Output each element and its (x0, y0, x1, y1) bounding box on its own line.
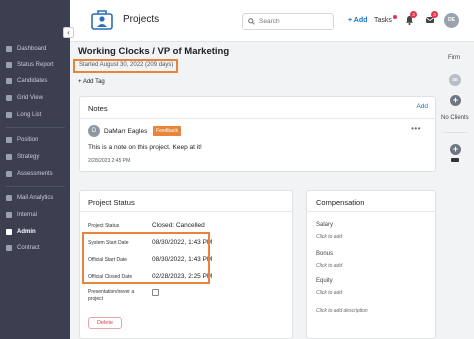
sidebar: Dashboard Status Report Candidates Grid … (0, 0, 70, 339)
sidebar-item-label: Strategy (17, 154, 40, 160)
note-timestamp: 2/28/2023 2:45 PM (88, 158, 131, 164)
sidebar-item-contract[interactable]: Contract (6, 243, 40, 253)
sidebar-item-label: Grid View (17, 95, 43, 101)
filter-icon[interactable] (451, 158, 459, 162)
add-note-link[interactable]: Add (416, 103, 428, 110)
top-header: Projects + Add Tasks 3 3 DE (70, 0, 474, 42)
notes-title: Notes (88, 104, 108, 113)
salary-click-to-add[interactable]: Click to add (316, 234, 342, 240)
strategy-icon (6, 154, 12, 160)
contract-icon (6, 245, 12, 251)
sidebar-item-label: Long List (17, 112, 42, 118)
sidebar-collapse-button[interactable]: ‹ (63, 27, 74, 38)
note-author-name: DaMarr Eagles (104, 128, 148, 135)
dashboard-icon (6, 46, 12, 52)
project-started-text: Started August 30, 2022 (209 days) (79, 62, 174, 68)
salary-label: Salary (316, 222, 334, 228)
bonus-click-to-add[interactable]: Click to add (316, 263, 342, 269)
sidebar-item-label: Mail Analytics (17, 195, 54, 201)
note-feedback-tag: Feedback (153, 126, 181, 136)
sidebar-item-admin[interactable]: Admin (6, 227, 36, 237)
admin-icon (6, 229, 12, 235)
search-icon (248, 18, 255, 25)
sidebar-item-assessments[interactable]: Assessments (6, 169, 53, 179)
rail-divider (443, 132, 467, 133)
compensation-divider (307, 211, 435, 212)
sidebar-item-label: Contract (17, 245, 40, 251)
sidebar-item-internal[interactable]: Internal (6, 210, 37, 220)
status-divider (80, 211, 292, 212)
messages-badge: 3 (431, 11, 438, 18)
sidebar-item-mail-analytics[interactable]: Mail Analytics (6, 193, 53, 203)
no-clients-label: No Clients (441, 115, 469, 121)
add-firm-plus-icon[interactable]: + (450, 95, 461, 106)
users-icon (6, 78, 12, 84)
sidebar-item-label: Internal (17, 212, 38, 218)
search-box[interactable] (242, 13, 334, 30)
notes-divider (80, 118, 435, 119)
notes-card: Notes Add D DaMarr Eagles Feedback ••• T… (79, 96, 436, 172)
sidebar-item-status-report[interactable]: Status Report (6, 60, 54, 70)
internal-icon (6, 212, 12, 218)
sidebar-item-strategy[interactable]: Strategy (6, 152, 39, 162)
sidebar-item-label: Assessments (17, 171, 53, 177)
user-avatar[interactable]: DE (444, 13, 459, 28)
sidebar-item-grid-view[interactable]: Grid View (6, 93, 43, 103)
note-text: This is a note on this project. Keep at … (88, 144, 202, 151)
assessment-icon (6, 171, 12, 177)
presentation-checkbox[interactable] (152, 289, 159, 296)
notification-badge: 3 (410, 11, 417, 18)
sidebar-item-label: Candidates (17, 78, 48, 84)
delete-button[interactable]: Delete (88, 317, 122, 329)
compensation-title: Compensation (316, 198, 365, 207)
project-title: Working Clocks / VP of Marketing (78, 46, 230, 57)
sidebar-item-label: Admin (17, 229, 36, 235)
add-client-plus-icon[interactable]: + (450, 144, 461, 155)
search-input[interactable] (259, 18, 329, 25)
firm-label: Firm (448, 55, 460, 61)
sidebar-item-candidates[interactable]: Candidates (6, 76, 47, 86)
position-icon (6, 137, 12, 143)
list-icon (6, 112, 12, 118)
add-button[interactable]: + Add (348, 17, 367, 24)
sidebar-item-label: Dashboard (17, 46, 47, 52)
description-click-to-add[interactable]: Click to add description (316, 308, 368, 314)
compensation-card: Compensation Salary Click to add Bonus C… (306, 190, 436, 339)
project-status-title: Project Status (88, 198, 135, 207)
project-status-value: Closed: Cancelled (152, 222, 205, 229)
sidebar-item-label: Position (17, 137, 39, 143)
presentation-label-cont: project (88, 296, 104, 302)
presentation-label: Presentation/never a (88, 289, 135, 295)
status-row-label: Project Status (88, 223, 120, 229)
bonus-label: Bonus (316, 251, 334, 257)
report-icon (6, 62, 12, 68)
sidebar-divider (5, 186, 65, 187)
sidebar-item-long-list[interactable]: Long List (6, 110, 41, 120)
sidebar-divider (5, 127, 65, 128)
equity-click-to-add[interactable]: Click to add (316, 290, 342, 296)
tasks-indicator-dot (393, 15, 397, 19)
firm-avatar[interactable]: SE (449, 74, 461, 86)
equity-label: Equity (316, 278, 333, 284)
chevron-left-icon: ‹ (67, 28, 70, 37)
mail-icon (6, 195, 12, 201)
add-tag-link[interactable]: + Add Tag (78, 79, 105, 85)
sidebar-item-label: Status Report (17, 62, 54, 68)
page-title: Projects (123, 14, 160, 25)
sidebar-item-position[interactable]: Position (6, 135, 38, 145)
sidebar-item-dashboard[interactable]: Dashboard (6, 44, 46, 54)
note-author-avatar: D (88, 125, 100, 137)
briefcase-person-logo-icon (91, 10, 113, 30)
dates-highlight-box (82, 232, 210, 284)
note-more-menu-button[interactable]: ••• (411, 124, 421, 133)
tasks-link[interactable]: Tasks (374, 17, 392, 24)
grid-icon (6, 95, 12, 101)
